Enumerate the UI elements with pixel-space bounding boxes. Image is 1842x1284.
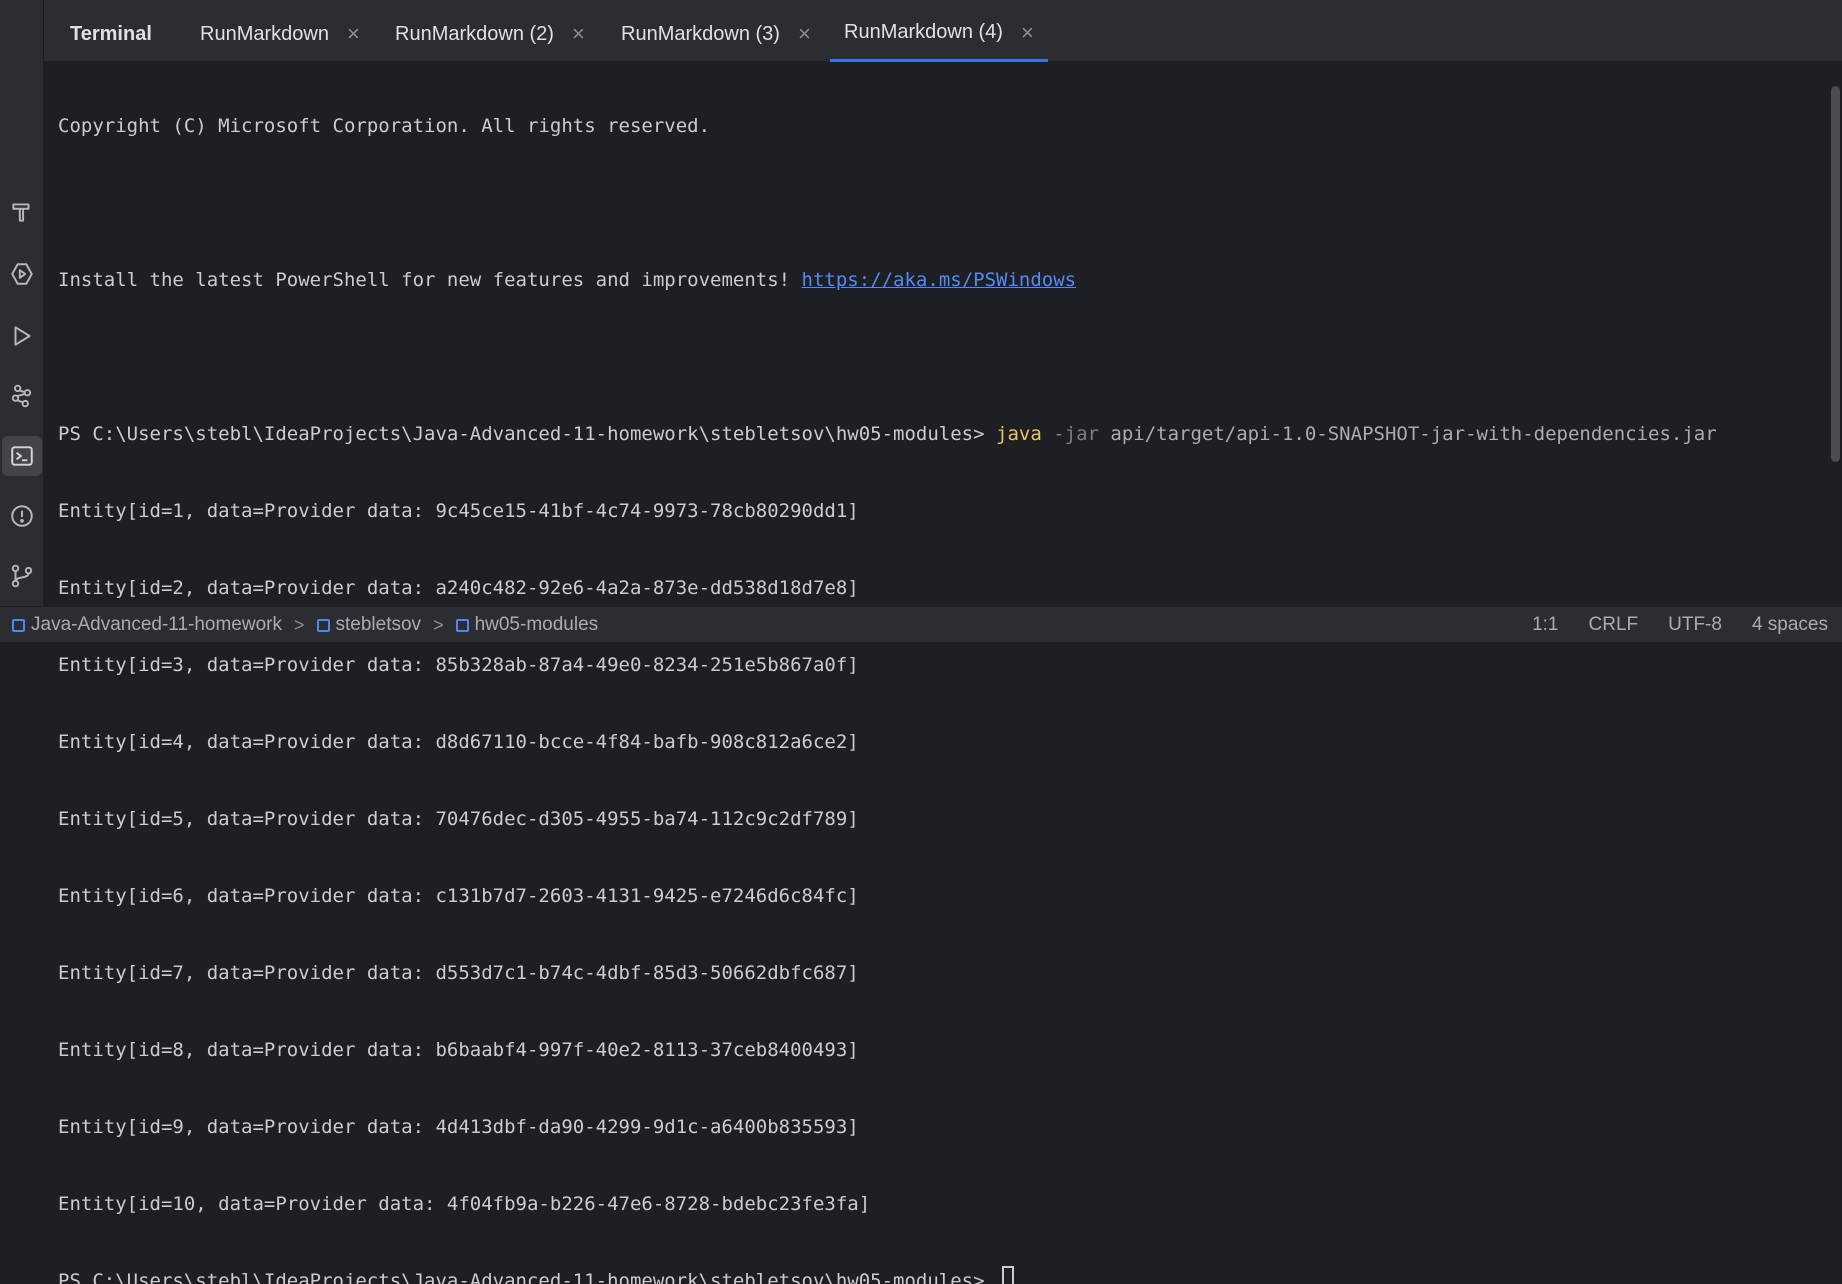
status-widgets: 1:1 CRLF UTF-8 4 spaces (1502, 607, 1828, 643)
output-line: Entity[id=2, data=Provider data: a240c48… (58, 572, 1822, 605)
file-encoding[interactable]: UTF-8 (1668, 614, 1722, 636)
terminal-line: Copyright (C) Microsoft Corporation. All… (58, 110, 1822, 143)
vertical-scrollbar[interactable] (1831, 86, 1840, 462)
output-line: Entity[id=3, data=Provider data: 85b328a… (58, 649, 1822, 682)
module-icon (456, 619, 469, 632)
services-icon[interactable] (2, 254, 42, 294)
close-icon[interactable]: × (347, 23, 360, 45)
text-cursor (1002, 1266, 1014, 1284)
terminal-output[interactable]: Copyright (C) Microsoft Corporation. All… (58, 66, 1822, 598)
terminal-blank-line (58, 187, 1822, 220)
tool-window-header: Terminal RunMarkdown × RunMarkdown (2) ×… (44, 0, 1842, 62)
tab-label: RunMarkdown (200, 23, 329, 46)
tab-runmarkdown-3[interactable]: RunMarkdown (3) × (607, 0, 825, 62)
terminal-icon[interactable] (2, 436, 42, 476)
module-icon (12, 619, 25, 632)
breadcrumb-separator: > (433, 615, 444, 636)
terminal-blank-line (58, 341, 1822, 374)
output-line: Entity[id=7, data=Provider data: d553d7c… (58, 957, 1822, 990)
powershell-link[interactable]: https://aka.ms/PSWindows (802, 269, 1077, 291)
breadcrumb: Java-Advanced-11-homework > stebletsov >… (12, 607, 598, 643)
module-icon (317, 619, 330, 632)
command-executable: java (996, 423, 1042, 445)
prompt-line[interactable]: PS C:\Users\stebl\IdeaProjects\Java-Adva… (58, 1265, 1822, 1284)
breadcrumb-item[interactable]: stebletsov (317, 614, 422, 636)
close-icon[interactable]: × (572, 23, 585, 45)
indent-setting[interactable]: 4 spaces (1752, 614, 1828, 636)
output-line: Entity[id=10, data=Provider data: 4f04fb… (58, 1188, 1822, 1221)
command-flag: -jar (1042, 423, 1099, 445)
tab-label: RunMarkdown (2) (395, 23, 554, 46)
breadcrumb-item[interactable]: Java-Advanced-11-homework (12, 614, 282, 636)
caret-position[interactable]: 1:1 (1532, 614, 1558, 636)
git-icon[interactable] (2, 556, 42, 596)
install-text: Install the latest PowerShell for new fe… (58, 269, 802, 291)
output-line: Entity[id=5, data=Provider data: 70476de… (58, 803, 1822, 836)
output-line: Entity[id=8, data=Provider data: b6baabf… (58, 1034, 1822, 1067)
tab-runmarkdown-2[interactable]: RunMarkdown (2) × (381, 0, 599, 62)
close-icon[interactable]: × (1021, 22, 1034, 44)
breadcrumb-item[interactable]: hw05-modules (456, 614, 599, 636)
line-separator[interactable]: CRLF (1589, 614, 1639, 636)
build-hammer-icon[interactable] (2, 192, 42, 232)
run-icon[interactable] (2, 316, 42, 356)
command-line: PS C:\Users\stebl\IdeaProjects\Java-Adva… (58, 418, 1822, 451)
breadcrumb-separator: > (294, 615, 305, 636)
tab-label: RunMarkdown (4) (844, 21, 1003, 44)
output-line: Entity[id=9, data=Provider data: 4d413db… (58, 1111, 1822, 1144)
terminal-line: Install the latest PowerShell for new fe… (58, 264, 1822, 297)
output-line: Entity[id=4, data=Provider data: d8d6711… (58, 726, 1822, 759)
tool-window-title: Terminal (70, 0, 152, 62)
close-icon[interactable]: × (798, 23, 811, 45)
status-bar: Java-Advanced-11-homework > stebletsov >… (0, 606, 1842, 642)
tab-runmarkdown-4[interactable]: RunMarkdown (4) × (830, 0, 1048, 62)
shell-prompt: PS C:\Users\stebl\IdeaProjects\Java-Adva… (58, 423, 996, 445)
tab-runmarkdown[interactable]: RunMarkdown × (186, 0, 374, 62)
left-tool-strip (0, 0, 44, 606)
dependencies-icon[interactable] (2, 376, 42, 416)
tab-label: RunMarkdown (3) (621, 23, 780, 46)
problems-icon[interactable] (2, 496, 42, 536)
shell-prompt: PS C:\Users\stebl\IdeaProjects\Java-Adva… (58, 1270, 996, 1284)
output-line: Entity[id=6, data=Provider data: c131b7d… (58, 880, 1822, 913)
output-line: Entity[id=1, data=Provider data: 9c45ce1… (58, 495, 1822, 528)
command-argument: api/target/api-1.0-SNAPSHOT-jar-with-dep… (1099, 423, 1717, 445)
